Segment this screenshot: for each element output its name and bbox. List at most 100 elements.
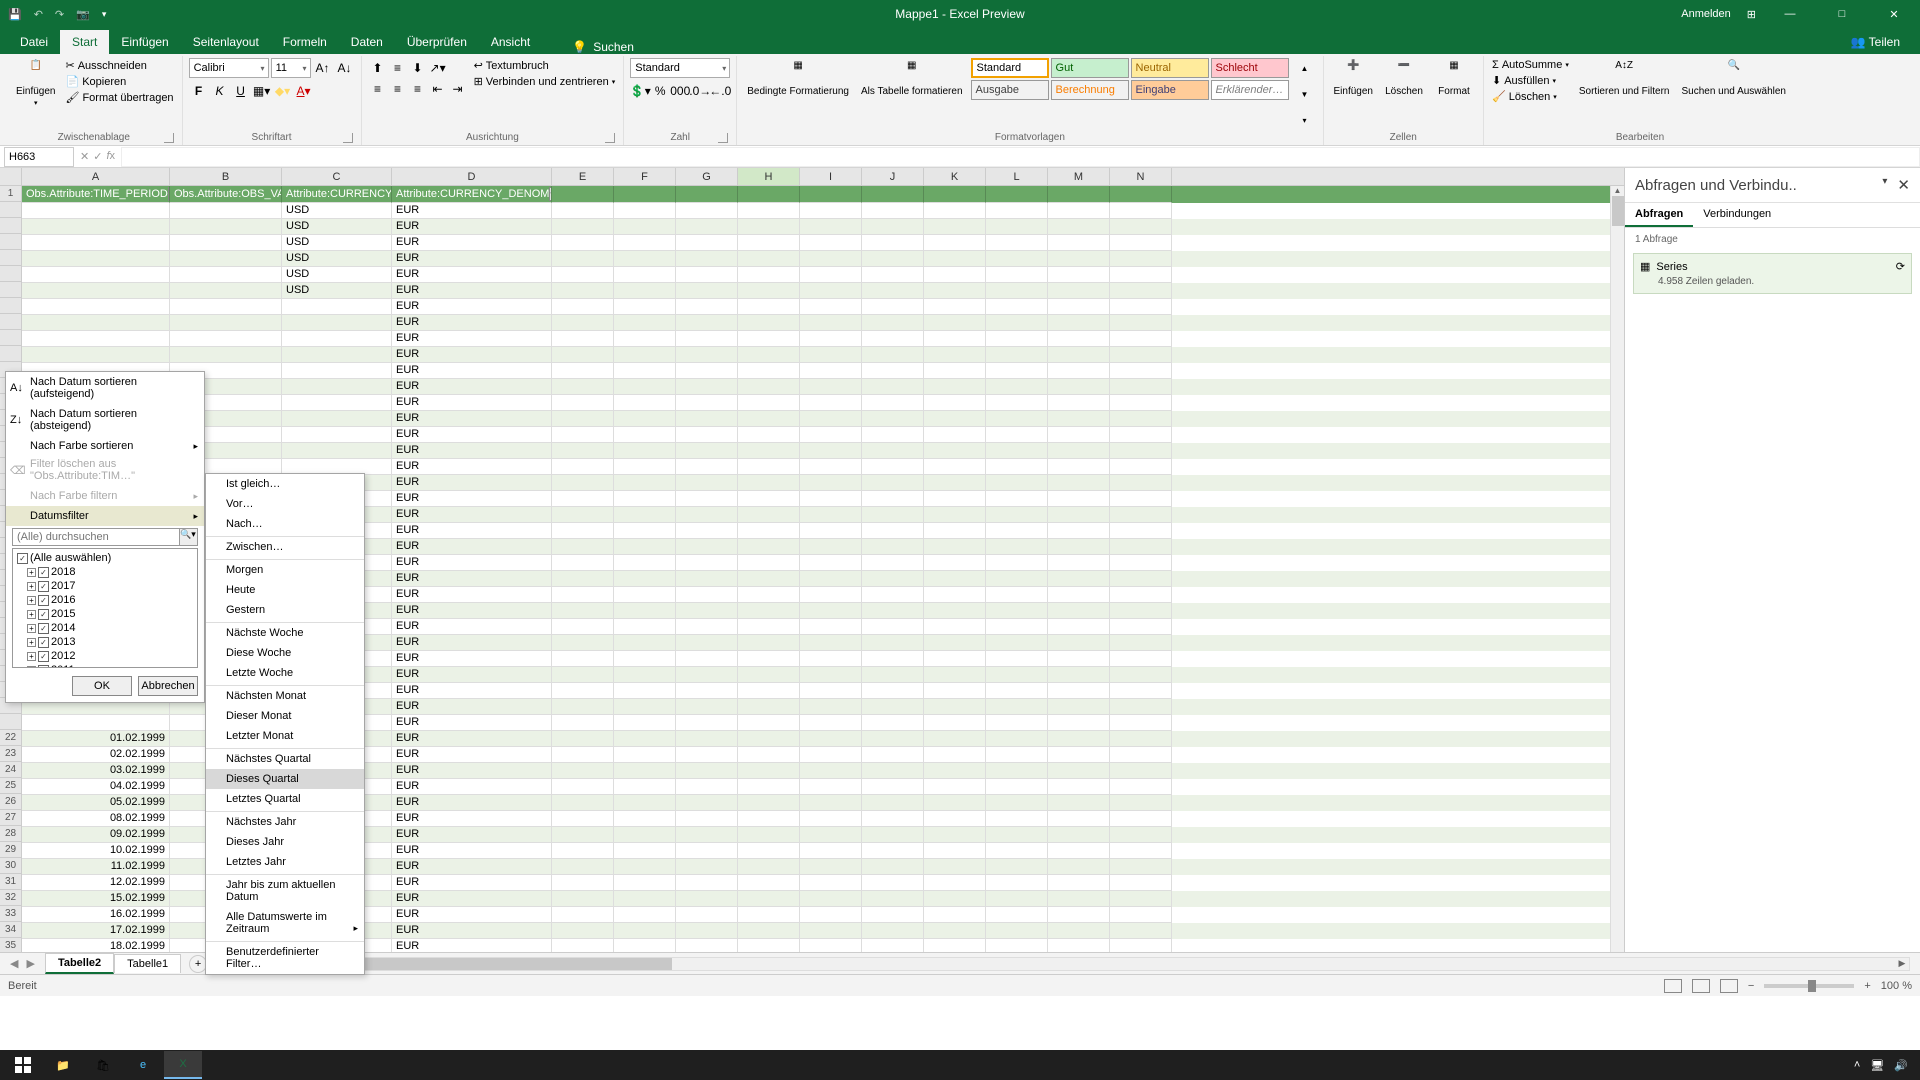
- ribbon-tab-daten[interactable]: Daten: [339, 30, 395, 54]
- year-tree-item[interactable]: +✓2015: [15, 607, 195, 621]
- expand-icon[interactable]: +: [27, 652, 36, 661]
- cut-button[interactable]: ✂Ausschneiden: [63, 58, 175, 73]
- view-break-button[interactable]: [1720, 979, 1738, 993]
- touch-icon[interactable]: 📷: [76, 8, 90, 21]
- zoom-label[interactable]: 100 %: [1881, 980, 1912, 992]
- select-all-corner[interactable]: [0, 168, 22, 185]
- panel-close-icon[interactable]: ✕: [1897, 176, 1910, 194]
- date-filter-option[interactable]: Diese Woche: [206, 643, 364, 663]
- date-filter-option[interactable]: Dieser Monat: [206, 706, 364, 726]
- query-refresh-icon[interactable]: ⟳: [1896, 260, 1905, 273]
- date-filter-option[interactable]: Benutzerdefinierter Filter…: [206, 941, 364, 974]
- row-header[interactable]: 28: [0, 826, 22, 842]
- year-tree-item[interactable]: +✓2018: [15, 565, 195, 579]
- sheet-nav-next-icon[interactable]: ▶: [26, 957, 34, 970]
- minimize-button[interactable]: —: [1772, 0, 1808, 28]
- autosave-icon[interactable]: 💾: [8, 8, 22, 21]
- column-header[interactable]: F: [614, 168, 676, 185]
- cell-style-schlecht[interactable]: Schlecht: [1211, 58, 1289, 78]
- tell-me-search[interactable]: 💡 Suchen: [572, 40, 634, 54]
- date-filter-option[interactable]: Nach…: [206, 514, 364, 534]
- tray-up-icon[interactable]: ˄: [1854, 1059, 1860, 1072]
- queries-tab[interactable]: Abfragen: [1625, 203, 1693, 227]
- checkbox-icon[interactable]: ✓: [38, 665, 49, 669]
- ribbon-tab-datei[interactable]: Datei: [8, 30, 60, 54]
- column-header[interactable]: I: [800, 168, 862, 185]
- formula-input[interactable]: [121, 147, 1920, 167]
- year-tree-item[interactable]: +✓2016: [15, 593, 195, 607]
- date-filter-option[interactable]: Gestern: [206, 600, 364, 620]
- date-filter-option[interactable]: Jahr bis zum aktuellen Datum: [206, 874, 364, 907]
- undo-icon[interactable]: ↶: [34, 8, 43, 21]
- expand-icon[interactable]: +: [27, 568, 36, 577]
- italic-button[interactable]: K: [210, 81, 230, 101]
- column-header[interactable]: D: [392, 168, 552, 185]
- format-painter-button[interactable]: 🖌Format übertragen: [63, 90, 175, 105]
- underline-button[interactable]: U: [231, 81, 251, 101]
- cell-style-ausgabe[interactable]: Ausgabe: [971, 80, 1049, 100]
- row-header[interactable]: 26: [0, 794, 22, 810]
- row-header[interactable]: [0, 266, 22, 282]
- horizontal-scrollbar[interactable]: ◀ ▶: [247, 957, 1910, 971]
- excel-taskbar-button[interactable]: X: [164, 1051, 202, 1079]
- date-filter-option[interactable]: Nächstes Quartal: [206, 748, 364, 769]
- row-header[interactable]: 34: [0, 922, 22, 938]
- styles-more-button[interactable]: ▾: [1295, 110, 1315, 130]
- cell-style-eingabe[interactable]: Eingabe: [1131, 80, 1209, 100]
- format-cells-button[interactable]: ▦Format: [1431, 58, 1477, 99]
- expand-icon[interactable]: +: [27, 624, 36, 633]
- align-top-button[interactable]: ⬆: [368, 58, 388, 78]
- expand-icon[interactable]: +: [27, 610, 36, 619]
- align-middle-button[interactable]: ≡: [388, 58, 408, 78]
- row-header[interactable]: [0, 282, 22, 298]
- currency-button[interactable]: 💲▾: [630, 81, 650, 101]
- column-header[interactable]: K: [924, 168, 986, 185]
- enter-formula-icon[interactable]: ✓: [93, 150, 102, 163]
- close-button[interactable]: ✕: [1876, 0, 1912, 28]
- row-header[interactable]: [0, 330, 22, 346]
- dialog-launcher-icon[interactable]: [718, 133, 728, 143]
- ribbon-options-icon[interactable]: ⊞: [1747, 8, 1756, 21]
- decimal-dec-button[interactable]: ←.0: [710, 81, 730, 101]
- date-filters-item[interactable]: Datumsfilter: [6, 506, 204, 526]
- merge-button[interactable]: ⊞Verbinden und zentrieren ▾: [472, 74, 618, 89]
- fill-button[interactable]: ⬇Ausfüllen ▾: [1490, 73, 1571, 88]
- align-right-button[interactable]: ≡: [408, 79, 428, 99]
- tray-sound-icon[interactable]: 🔊: [1894, 1059, 1908, 1072]
- checkbox-icon[interactable]: ✓: [38, 567, 49, 578]
- format-as-table-button[interactable]: ▦Als Tabelle formatieren: [857, 58, 967, 99]
- sort-desc-item[interactable]: Z↓Nach Datum sortieren (absteigend): [6, 404, 204, 436]
- date-filter-option[interactable]: Nächsten Monat: [206, 685, 364, 706]
- font-color-button[interactable]: A▾: [294, 81, 314, 101]
- paste-button[interactable]: 📋 Einfügen ▾: [12, 58, 59, 109]
- cell-style-berechnung[interactable]: Berechnung: [1051, 80, 1129, 100]
- year-tree-item[interactable]: +✓2014: [15, 621, 195, 635]
- date-filter-option[interactable]: Letztes Jahr: [206, 852, 364, 872]
- date-filter-option[interactable]: Alle Datumswerte im Zeitraum: [206, 907, 364, 939]
- ribbon-tab-einfügen[interactable]: Einfügen: [109, 30, 180, 54]
- date-filter-option[interactable]: Letzter Monat: [206, 726, 364, 746]
- align-center-button[interactable]: ≡: [388, 79, 408, 99]
- border-button[interactable]: ▦▾: [252, 81, 272, 101]
- fx-icon[interactable]: fx: [106, 150, 115, 163]
- column-header[interactable]: J: [862, 168, 924, 185]
- styles-down-button[interactable]: ▼: [1295, 84, 1315, 104]
- column-header[interactable]: N: [1110, 168, 1172, 185]
- row-header[interactable]: 1: [0, 186, 22, 202]
- sort-color-item[interactable]: Nach Farbe sortieren: [6, 436, 204, 456]
- checkbox-icon[interactable]: ✓: [38, 609, 49, 620]
- align-left-button[interactable]: ≡: [368, 79, 388, 99]
- date-filter-option[interactable]: Vor…: [206, 494, 364, 514]
- column-header[interactable]: L: [986, 168, 1048, 185]
- date-filter-option[interactable]: Letztes Quartal: [206, 789, 364, 809]
- row-header[interactable]: 24: [0, 762, 22, 778]
- checkbox-icon[interactable]: ✓: [17, 553, 28, 564]
- checkbox-icon[interactable]: ✓: [38, 581, 49, 592]
- row-header[interactable]: 32: [0, 890, 22, 906]
- zoom-out-button[interactable]: −: [1748, 980, 1754, 992]
- maximize-button[interactable]: □: [1824, 0, 1860, 28]
- column-header[interactable]: B: [170, 168, 282, 185]
- cell-style-gut[interactable]: Gut: [1051, 58, 1129, 78]
- share-button[interactable]: 👥 Teilen: [1839, 30, 1912, 54]
- expand-icon[interactable]: +: [27, 666, 36, 669]
